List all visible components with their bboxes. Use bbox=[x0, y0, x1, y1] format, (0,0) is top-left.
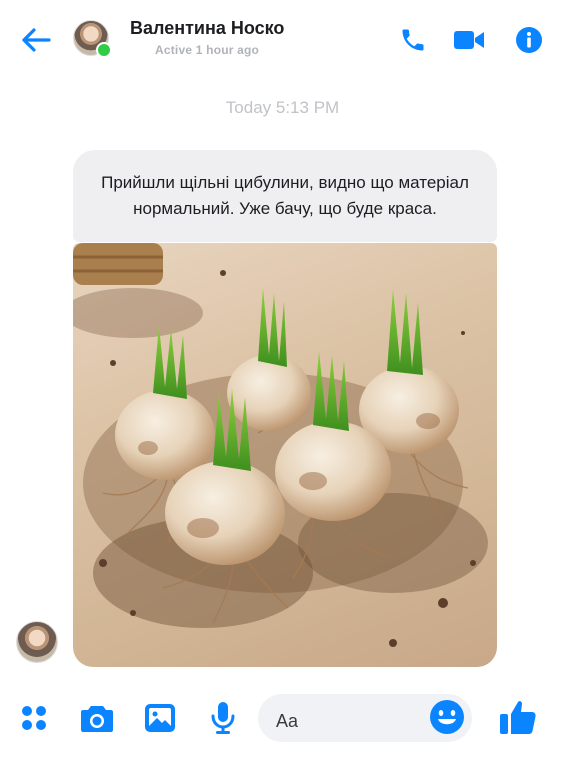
camera-icon bbox=[81, 706, 113, 732]
emoji-icon bbox=[430, 700, 464, 734]
hyacinth-bulbs-photo bbox=[73, 243, 488, 647]
message-input[interactable] bbox=[274, 694, 424, 742]
photo-message[interactable] bbox=[73, 243, 497, 667]
gallery-button[interactable] bbox=[142, 700, 178, 736]
online-status-dot bbox=[96, 42, 112, 58]
info-icon bbox=[516, 27, 542, 53]
contact-status: Active 1 hour ago bbox=[155, 43, 260, 57]
call-button[interactable] bbox=[396, 23, 430, 57]
contact-avatar[interactable] bbox=[73, 20, 112, 58]
video-call-button[interactable] bbox=[452, 23, 486, 57]
conversation-header: Валентина Носко Active 1 hour ago bbox=[0, 0, 565, 80]
phone-icon bbox=[402, 29, 424, 51]
info-button[interactable] bbox=[512, 23, 546, 57]
message-timestamp: Today 5:13 PM bbox=[225, 98, 340, 117]
apps-grid-icon bbox=[22, 706, 46, 730]
message-composer bbox=[0, 690, 565, 762]
back-arrow-icon bbox=[22, 28, 51, 52]
contact-name[interactable]: Валентина Носко bbox=[130, 18, 284, 39]
sender-avatar[interactable] bbox=[16, 621, 58, 663]
like-button[interactable] bbox=[498, 698, 538, 738]
camera-button[interactable] bbox=[79, 700, 115, 736]
microphone-icon bbox=[211, 702, 235, 734]
gallery-icon bbox=[145, 704, 175, 732]
apps-button[interactable] bbox=[16, 700, 52, 736]
voice-message-button[interactable] bbox=[205, 700, 241, 736]
back-button[interactable] bbox=[18, 22, 54, 58]
emoji-button[interactable] bbox=[428, 698, 466, 736]
thumbs-up-icon bbox=[500, 701, 536, 734]
video-camera-icon bbox=[454, 31, 484, 49]
message-bubble[interactable]: Прийшли щільні цибулини, видно що матері… bbox=[73, 150, 497, 242]
message-text: Прийшли щільні цибулини, видно що матері… bbox=[101, 173, 469, 218]
